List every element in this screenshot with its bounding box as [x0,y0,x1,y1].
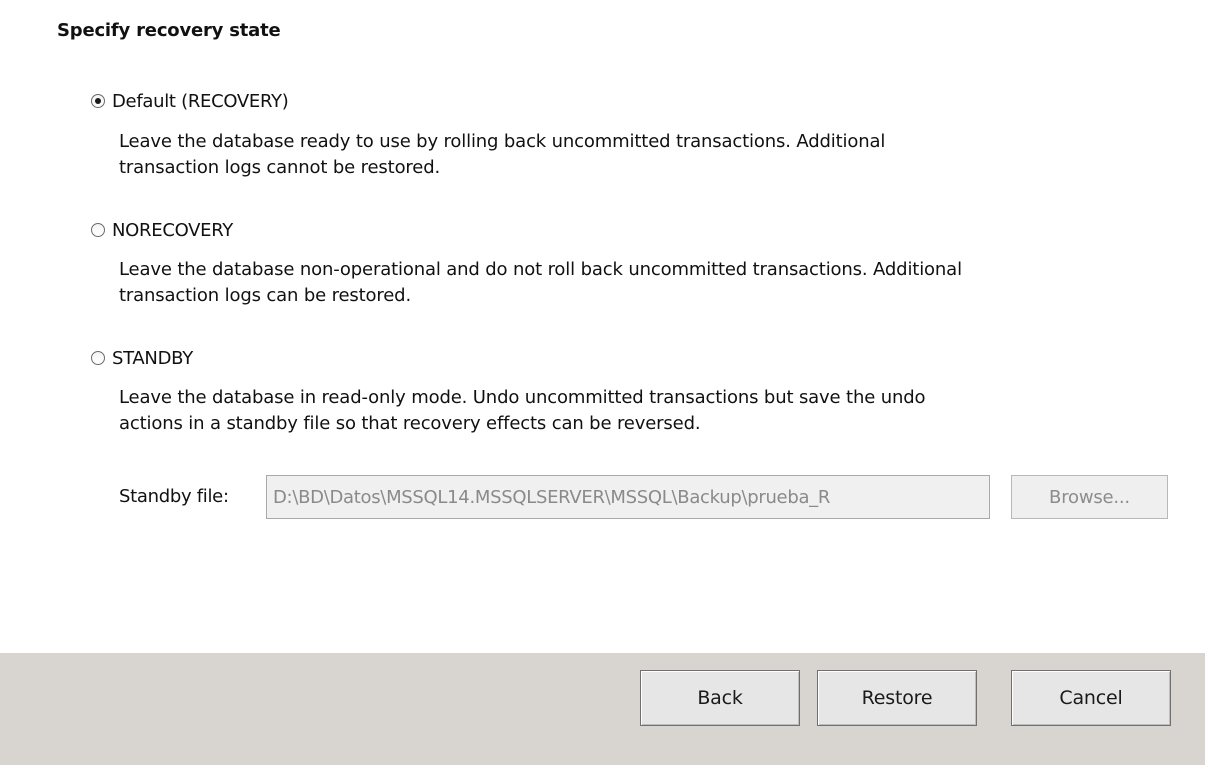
description-line: Leave the database non-operational and d… [119,259,962,280]
browse-button[interactable]: Browse... [1011,475,1168,519]
standby-file-label: Standby file: [119,486,229,507]
description-default-recovery: Leave the database ready to use by rolli… [119,129,1179,181]
radio-default-recovery[interactable]: Default (RECOVERY) [91,89,289,113]
radio-label-norecovery: NORECOVERY [112,219,233,241]
radio-unselected-icon[interactable] [91,223,105,237]
description-line: actions in a standby file so that recove… [119,413,701,434]
back-button[interactable]: Back [640,670,800,726]
description-line: transaction logs can be restored. [119,285,412,306]
restore-button[interactable]: Restore [817,670,977,726]
radio-label-standby: STANDBY [112,347,193,369]
radio-standby[interactable]: STANDBY [91,346,193,370]
radio-norecovery[interactable]: NORECOVERY [91,218,233,242]
recovery-state-panel: Specify recovery state Default (RECOVERY… [0,0,1205,653]
standby-file-input[interactable] [266,475,990,519]
description-standby: Leave the database in read-only mode. Un… [119,385,1179,437]
description-line: transaction logs cannot be restored. [119,157,441,178]
cancel-button[interactable]: Cancel [1011,670,1171,726]
section-title: Specify recovery state [57,20,281,41]
description-norecovery: Leave the database non-operational and d… [119,257,1179,309]
description-line: Leave the database ready to use by rolli… [119,131,886,152]
radio-unselected-icon[interactable] [91,351,105,365]
radio-label-default-recovery: Default (RECOVERY) [112,90,289,112]
radio-selected-icon[interactable] [91,94,105,108]
description-line: Leave the database in read-only mode. Un… [119,387,926,408]
